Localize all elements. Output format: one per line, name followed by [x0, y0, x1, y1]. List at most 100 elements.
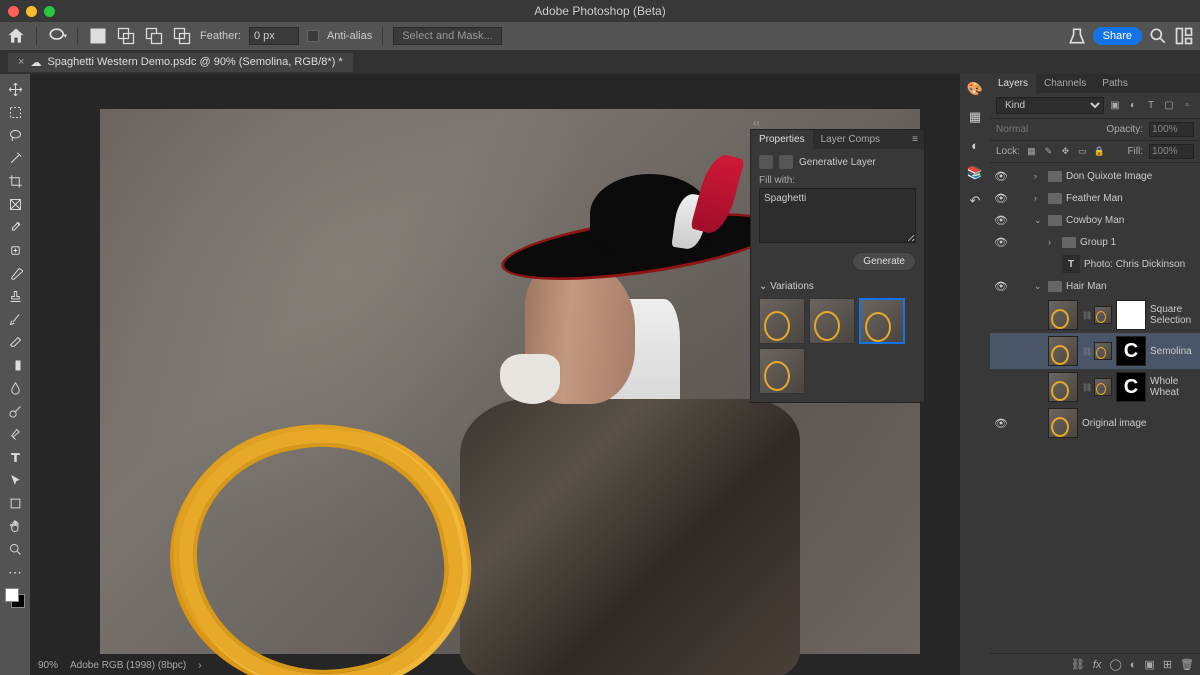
frame-tool[interactable]: [3, 193, 27, 216]
expand-chevron-icon[interactable]: ›: [1048, 237, 1058, 247]
panel-menu-icon[interactable]: ≡: [906, 130, 924, 149]
select-and-mask-button[interactable]: Select and Mask...: [393, 27, 502, 45]
layer-row[interactable]: 👁 ⌄ Hair Man: [990, 275, 1200, 297]
lock-all-icon[interactable]: 🔒: [1094, 146, 1105, 157]
layer-thumbnail[interactable]: [1048, 336, 1078, 366]
hand-tool[interactable]: [3, 515, 27, 538]
layer-name[interactable]: Hair Man: [1066, 281, 1196, 292]
layer-row[interactable]: 👁 ⌄ Cowboy Man: [990, 209, 1200, 231]
variations-header[interactable]: ⌄ Variations: [759, 277, 916, 296]
layer-name[interactable]: Group 1: [1080, 237, 1196, 248]
layer-row[interactable]: 👁 › Don Quixote Image: [990, 165, 1200, 187]
antialias-checkbox[interactable]: [307, 30, 319, 42]
layer-row[interactable]: ⛓ C Semolina: [990, 333, 1200, 369]
lasso-tool[interactable]: [3, 124, 27, 147]
layer-fx-icon[interactable]: fx: [1093, 659, 1102, 671]
layer-row[interactable]: ⛓Square Selection: [990, 297, 1200, 333]
libraries-panel-icon[interactable]: 📚: [966, 164, 984, 182]
lock-artboard-icon[interactable]: ▭: [1077, 146, 1088, 157]
shape-tool[interactable]: [3, 492, 27, 515]
variation-1[interactable]: [759, 298, 805, 344]
layer-mask[interactable]: C: [1116, 336, 1146, 366]
visibility-toggle[interactable]: 👁: [994, 236, 1008, 249]
lock-transparency-icon[interactable]: ▦: [1026, 146, 1037, 157]
brush-tool[interactable]: [3, 262, 27, 285]
zoom-level[interactable]: 90%: [38, 660, 58, 671]
layer-mask[interactable]: C: [1116, 372, 1146, 402]
healing-tool[interactable]: [3, 239, 27, 262]
visibility-toggle[interactable]: 👁: [994, 417, 1008, 430]
visibility-toggle[interactable]: 👁: [994, 170, 1008, 183]
workspace-icon[interactable]: [1174, 26, 1194, 46]
link-icon[interactable]: ⛓: [1082, 383, 1090, 392]
close-window[interactable]: [8, 6, 19, 17]
visibility-toggle[interactable]: 👁: [994, 214, 1008, 227]
link-icon[interactable]: ⛓: [1082, 347, 1090, 356]
layer-thumbnail[interactable]: [1048, 372, 1078, 402]
new-layer-icon[interactable]: ⊞: [1163, 658, 1172, 671]
wand-tool[interactable]: [3, 147, 27, 170]
smart-thumbnail[interactable]: [1094, 342, 1112, 360]
expand-chevron-icon[interactable]: ›: [1034, 193, 1044, 203]
blur-tool[interactable]: [3, 377, 27, 400]
prompt-input[interactable]: [759, 188, 916, 243]
cloud-docs-icon[interactable]: [1067, 26, 1087, 46]
filter-type-icon[interactable]: T: [1144, 99, 1158, 113]
fill-input[interactable]: [1149, 144, 1194, 159]
gradient-tool[interactable]: [3, 354, 27, 377]
layer-name[interactable]: Cowboy Man: [1066, 215, 1196, 226]
type-tool[interactable]: [3, 446, 27, 469]
layer-name[interactable]: Don Quixote Image: [1066, 171, 1196, 182]
new-group-icon[interactable]: ▣: [1144, 658, 1154, 671]
filter-kind-select[interactable]: Kind: [996, 97, 1104, 114]
maximize-window[interactable]: [44, 6, 55, 17]
new-fill-icon[interactable]: ◐: [1130, 659, 1137, 671]
crop-tool[interactable]: [3, 170, 27, 193]
tab-layer-comps[interactable]: Layer Comps: [813, 130, 888, 149]
eyedropper-tool[interactable]: [3, 216, 27, 239]
history-panel-icon[interactable]: ↶: [966, 192, 984, 210]
zoom-tool[interactable]: [3, 538, 27, 561]
layer-row[interactable]: ⛓CWhole Wheat: [990, 369, 1200, 405]
expand-chevron-icon[interactable]: ›: [1034, 171, 1044, 181]
selection-add-icon[interactable]: [116, 26, 136, 46]
share-button[interactable]: Share: [1093, 27, 1142, 45]
layer-name[interactable]: Semolina: [1150, 346, 1196, 357]
pen-tool[interactable]: [3, 423, 27, 446]
home-icon[interactable]: [6, 26, 26, 46]
panel-close-icon[interactable]: ‹‹: [753, 118, 760, 129]
search-icon[interactable]: [1148, 26, 1168, 46]
color-panel-icon[interactable]: 🎨: [966, 80, 984, 98]
path-select-tool[interactable]: [3, 469, 27, 492]
layer-row[interactable]: TPhoto: Chris Dickinson: [990, 253, 1200, 275]
history-brush-tool[interactable]: [3, 308, 27, 331]
swatches-panel-icon[interactable]: ▦: [966, 108, 984, 126]
document-tab[interactable]: × ☁ Spaghetti Western Demo.psdc @ 90% (S…: [8, 53, 353, 72]
variation-3[interactable]: [859, 298, 905, 344]
status-chevron-icon[interactable]: ›: [198, 660, 201, 671]
move-tool[interactable]: [3, 78, 27, 101]
layer-row[interactable]: 👁›Feather Man: [990, 187, 1200, 209]
dodge-tool[interactable]: [3, 400, 27, 423]
link-layers-icon[interactable]: ⛓: [1071, 658, 1085, 671]
selection-new-icon[interactable]: [88, 26, 108, 46]
selection-intersect-icon[interactable]: [172, 26, 192, 46]
lock-paint-icon[interactable]: ✎: [1043, 146, 1054, 157]
close-tab-icon[interactable]: ×: [18, 56, 24, 68]
visibility-toggle[interactable]: 👁: [994, 280, 1008, 293]
color-profile[interactable]: Adobe RGB (1998) (8bpc): [70, 660, 186, 671]
smart-thumbnail[interactable]: [1094, 306, 1112, 324]
layer-name[interactable]: Original image: [1082, 418, 1196, 429]
marquee-tool[interactable]: [3, 101, 27, 124]
selection-subtract-icon[interactable]: [144, 26, 164, 46]
blend-mode-select[interactable]: Normal: [996, 124, 1100, 135]
stamp-tool[interactable]: [3, 285, 27, 308]
layer-row[interactable]: 👁 › Group 1: [990, 231, 1200, 253]
generate-button[interactable]: Generate: [852, 252, 916, 271]
tab-paths[interactable]: Paths: [1094, 74, 1136, 93]
variation-2[interactable]: [809, 298, 855, 344]
expand-chevron-icon[interactable]: ⌄: [1034, 215, 1044, 226]
expand-chevron-icon[interactable]: ⌄: [1034, 281, 1044, 292]
minimize-window[interactable]: [26, 6, 37, 17]
layer-row[interactable]: 👁 Original image: [990, 405, 1200, 441]
